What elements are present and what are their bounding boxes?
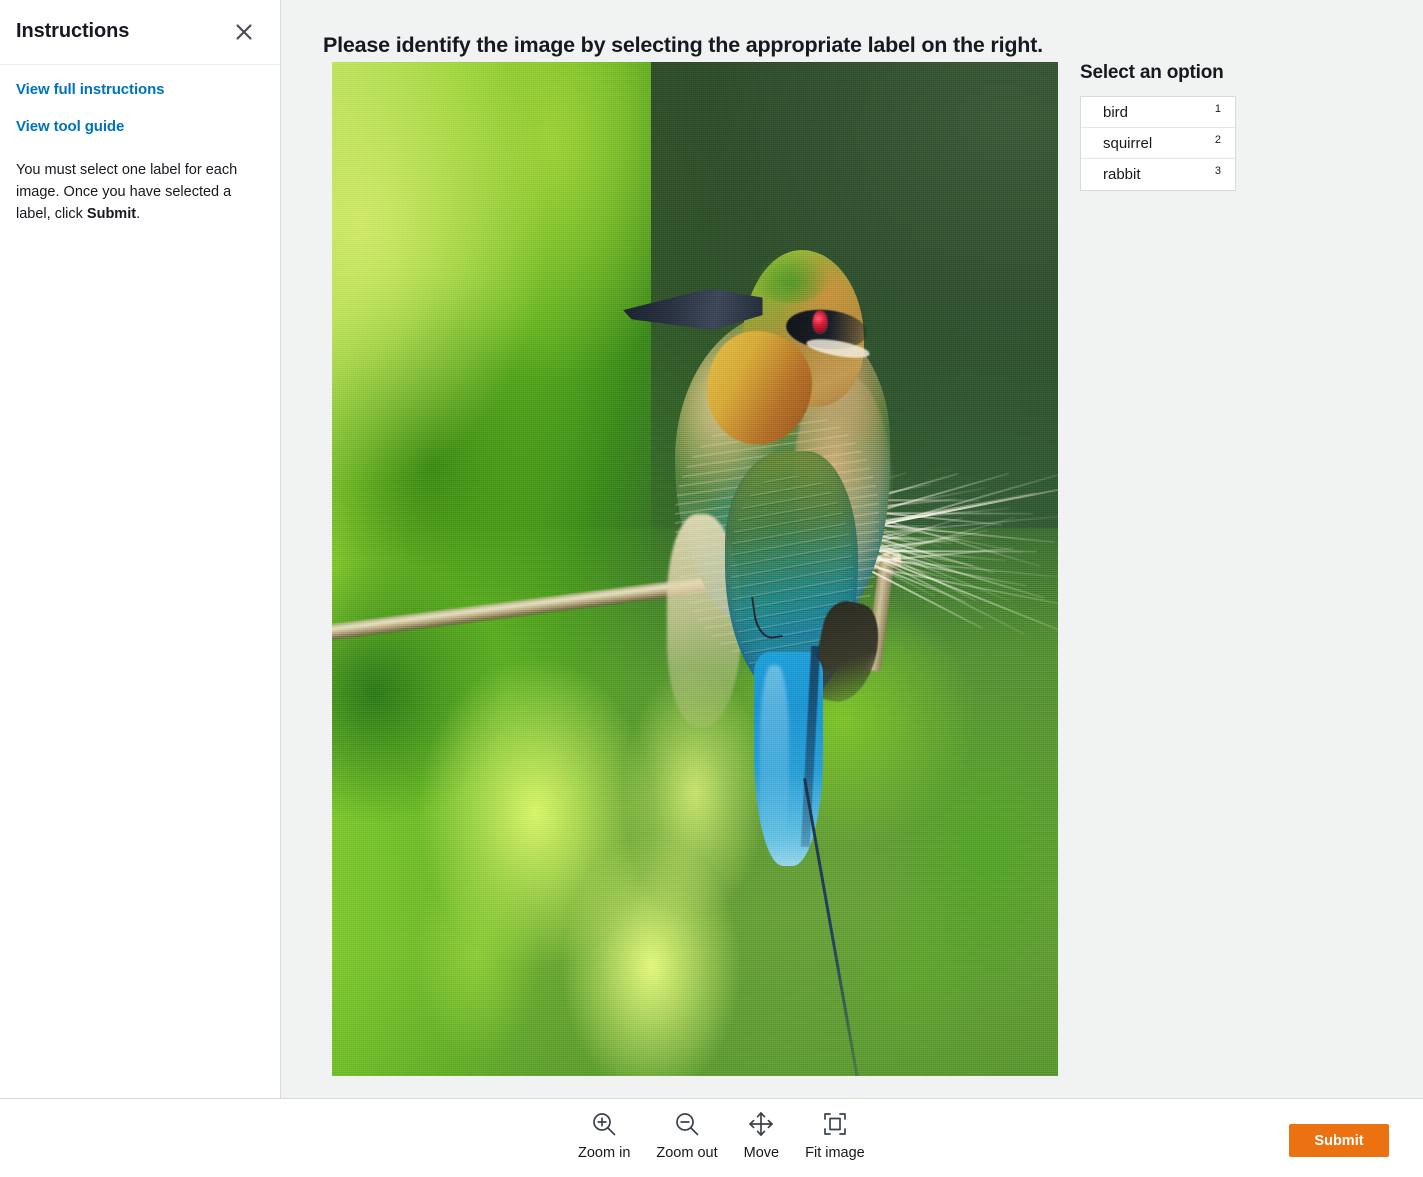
option-shortcut-key: 3 <box>1215 165 1221 177</box>
option-item-rabbit[interactable]: rabbit 3 <box>1081 159 1235 190</box>
option-item-squirrel[interactable]: squirrel 2 <box>1081 128 1235 159</box>
options-title: Select an option <box>1080 62 1255 84</box>
zoom-out-icon <box>672 1107 702 1141</box>
option-item-bird[interactable]: bird 1 <box>1081 97 1235 128</box>
options-panel: Select an option bird 1 squirrel 2 rabbi… <box>1080 62 1255 191</box>
fit-image-icon <box>820 1107 850 1141</box>
option-label: squirrel <box>1103 135 1152 152</box>
instructions-sidebar: Instructions View full instructions View… <box>0 0 281 1098</box>
move-label: Move <box>744 1145 779 1161</box>
fit-image-label: Fit image <box>805 1145 865 1161</box>
photo-grain <box>332 62 1058 1076</box>
close-icon[interactable] <box>232 20 256 44</box>
zoom-in-button[interactable]: Zoom in <box>578 1107 630 1161</box>
note-bold: Submit <box>87 206 136 222</box>
task-instruction-title: Please identify the image by selecting t… <box>323 33 1043 58</box>
zoom-out-button[interactable]: Zoom out <box>656 1107 717 1161</box>
instructions-body: View full instructions View tool guide Y… <box>0 65 280 225</box>
main-work-area: Please identify the image by selecting t… <box>281 0 1423 1098</box>
move-icon <box>746 1107 776 1141</box>
page-title: Instructions <box>16 20 129 43</box>
task-image-viewer[interactable] <box>332 62 1058 1076</box>
submit-button[interactable]: Submit <box>1289 1124 1389 1157</box>
view-full-instructions-link[interactable]: View full instructions <box>16 81 264 98</box>
fit-image-button[interactable]: Fit image <box>805 1107 865 1161</box>
instructions-note: You must select one label for each image… <box>16 159 264 225</box>
bird-photo <box>332 62 1058 1076</box>
option-label: bird <box>1103 104 1128 121</box>
bottom-toolbar: Zoom in Zoom out <box>0 1098 1423 1177</box>
annotation-tool-app: Instructions View full instructions View… <box>0 0 1423 1177</box>
options-list: bird 1 squirrel 2 rabbit 3 <box>1080 96 1236 191</box>
instructions-header: Instructions <box>0 0 280 65</box>
option-shortcut-key: 2 <box>1215 134 1221 146</box>
move-button[interactable]: Move <box>744 1107 779 1161</box>
zoom-out-label: Zoom out <box>656 1145 717 1161</box>
option-shortcut-key: 1 <box>1215 103 1221 115</box>
zoom-in-label: Zoom in <box>578 1145 630 1161</box>
image-tools-group: Zoom in Zoom out <box>578 1107 865 1161</box>
view-tool-guide-link[interactable]: View tool guide <box>16 118 264 135</box>
note-suffix: . <box>136 206 140 222</box>
zoom-in-icon <box>589 1107 619 1141</box>
option-label: rabbit <box>1103 166 1141 183</box>
